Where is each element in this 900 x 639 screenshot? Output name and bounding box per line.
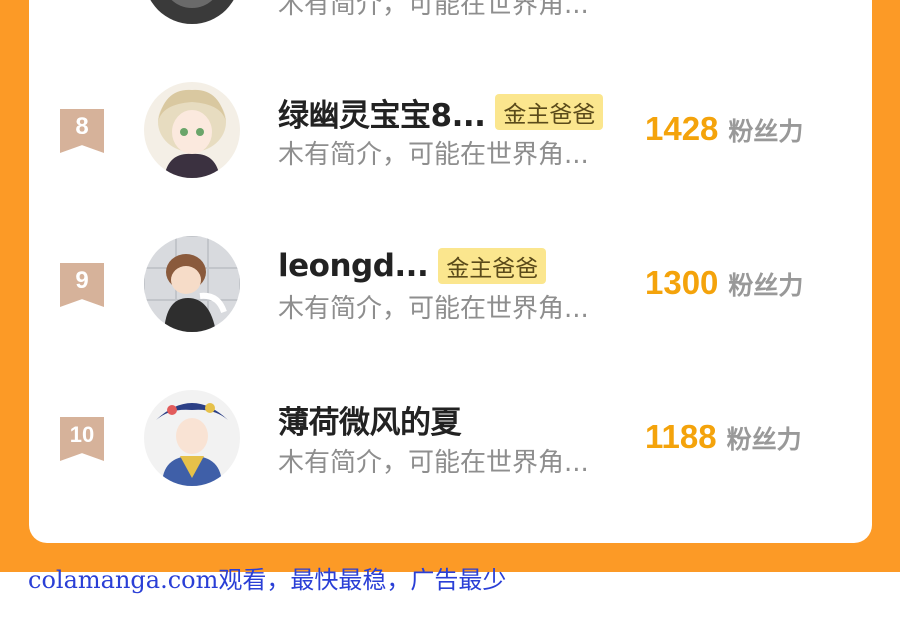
avatar[interactable] [144,82,240,178]
vip-badge: 金主爸爸 [438,248,547,284]
intro-top-partial: 木有简介，可能在世界角... [278,0,589,20]
avatar-top-partial[interactable] [144,0,240,24]
score-value: 1188 [645,418,717,455]
user-intro: 木有简介，可能在世界角... [278,448,589,478]
user-intro: 木有简介，可能在世界角... [278,140,589,170]
user-name[interactable]: 薄荷微风的夏 [278,397,462,442]
user-intro: 木有简介，可能在世界角... [278,294,589,324]
watermark-text: colamanga.com观看，最快最稳，广告最少 [28,566,507,594]
name-line: 绿幽灵宝宝8... 金主爸爸 [278,90,604,135]
score-unit: 粉丝力 [728,117,804,146]
score-unit: 粉丝力 [728,271,804,300]
avatar-image [144,0,240,24]
fan-score: 1188 粉丝力 [645,418,802,456]
name-line: leongd... 金主爸爸 [278,246,547,286]
avatar-image [144,390,240,486]
avatar[interactable] [144,236,240,332]
score-value: 1428 [645,110,719,147]
fan-score: 1428 粉丝力 [645,110,803,148]
avatar-image [144,236,240,332]
user-name[interactable]: leongd... [278,248,429,284]
score-value: 1300 [645,264,719,301]
fan-score: 1300 粉丝力 [645,264,803,302]
user-name[interactable]: 绿幽灵宝宝8... [278,90,486,135]
avatar[interactable] [144,390,240,486]
vip-badge: 金主爸爸 [495,94,604,130]
avatar-image [144,82,240,178]
name-line: 薄荷微风的夏 [278,397,462,442]
score-unit: 粉丝力 [726,425,802,454]
